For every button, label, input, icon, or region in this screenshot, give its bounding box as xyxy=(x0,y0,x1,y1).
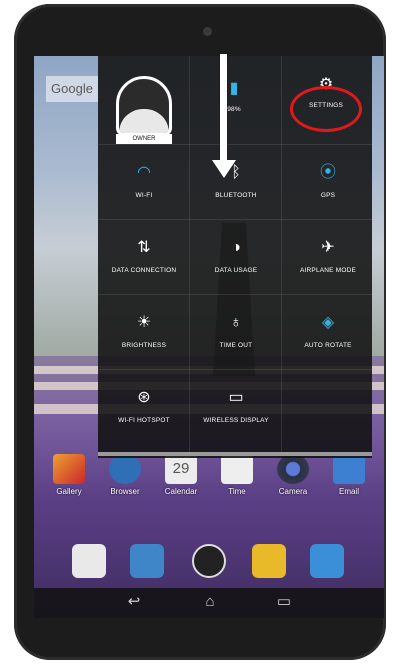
data-usage-icon: ◑ xyxy=(231,239,241,256)
contacts-icon[interactable] xyxy=(130,544,164,578)
app-label: Camera xyxy=(278,487,308,496)
timeout-bulb-icon: ♁ xyxy=(230,314,242,331)
battery-icon: ▮ xyxy=(229,80,239,97)
email-icon xyxy=(333,454,365,484)
quick-settings-handle[interactable] xyxy=(98,452,372,456)
tile-label: WI-FI xyxy=(135,192,153,199)
tile-label: BLUETOOTH xyxy=(215,192,257,199)
arrow-head xyxy=(212,160,236,178)
bluetooth-icon: ᛒ xyxy=(231,164,241,181)
tile-brightness[interactable]: ☀ BRIGHTNESS xyxy=(100,294,188,366)
app-label: Calendar xyxy=(164,487,198,496)
tile-label: BRIGHTNESS xyxy=(121,342,167,349)
recents-icon[interactable]: ▭ xyxy=(272,594,296,610)
app-browser[interactable]: Browser xyxy=(104,454,146,496)
app-email[interactable]: Email xyxy=(328,454,370,496)
app-time[interactable]: Time xyxy=(216,454,258,496)
globe-icon xyxy=(109,454,141,484)
clock-icon xyxy=(221,454,253,484)
tile-label: TIME OUT xyxy=(219,342,253,349)
owner-avatar-icon[interactable] xyxy=(116,76,172,136)
app-label: Time xyxy=(228,487,246,496)
apps-drawer-icon[interactable] xyxy=(192,544,226,578)
tile-label: DATA USAGE xyxy=(214,267,258,274)
tile-gps[interactable]: ⦿ GPS xyxy=(284,144,372,216)
app-label: Email xyxy=(338,487,359,496)
gallery-icon xyxy=(53,454,85,484)
location-pin-icon: ⦿ xyxy=(319,164,336,181)
tile-battery[interactable]: ▮ 98% xyxy=(190,68,278,140)
swipe-down-arrow xyxy=(220,54,227,164)
tile-wifi-hotspot[interactable]: ⊛ WI-FI HOTSPOT xyxy=(100,369,188,441)
brightness-icon: ☀ xyxy=(136,314,152,331)
tile-label: AUTO ROTATE xyxy=(304,342,352,349)
tile-data-usage[interactable]: ◑ DATA USAGE xyxy=(192,219,280,291)
avatar-head xyxy=(133,83,155,105)
google-search-bar[interactable]: Google xyxy=(46,76,98,102)
front-camera xyxy=(203,27,212,36)
screen: Google Gallery Browser 29 Calendar Time … xyxy=(34,56,384,618)
owner-label: OWNER xyxy=(116,134,172,144)
hotspot-icon: ⊛ xyxy=(137,389,151,406)
tile-label: AIRPLANE MODE xyxy=(299,267,357,274)
tile-bluetooth[interactable]: ᛒ BLUETOOTH xyxy=(192,144,280,216)
rotate-icon: ◈ xyxy=(321,314,335,331)
app-label: Browser xyxy=(110,487,140,496)
home-icon[interactable]: ⌂ xyxy=(198,594,222,610)
tile-label: 98% xyxy=(227,106,241,113)
app-label: Gallery xyxy=(56,487,82,496)
tile-wifi[interactable]: ◠ WI-FI xyxy=(100,144,188,216)
tile-label: WI-FI HOTSPOT xyxy=(118,417,170,424)
messaging-icon[interactable] xyxy=(252,544,286,578)
calendar-icon: 29 xyxy=(165,454,197,484)
settings-gear-icon[interactable] xyxy=(310,544,344,578)
tile-data-connection[interactable]: ⇅ DATA CONNECTION xyxy=(100,219,188,291)
tile-label: WIRELESS DISPLAY xyxy=(203,417,269,424)
back-icon[interactable]: ↩ xyxy=(122,594,146,610)
settings-highlight-circle xyxy=(290,86,362,132)
play-store-icon[interactable] xyxy=(72,544,106,578)
app-camera[interactable]: Camera xyxy=(272,454,314,496)
data-arrows-icon: ⇅ xyxy=(137,239,151,256)
tile-time-out[interactable]: ♁ TIME OUT xyxy=(192,294,280,366)
display-icon: ▭ xyxy=(228,389,244,406)
app-gallery[interactable]: Gallery xyxy=(48,454,90,496)
tile-label: GPS xyxy=(320,192,336,199)
app-calendar[interactable]: 29 Calendar xyxy=(160,454,202,496)
tile-label: DATA CONNECTION xyxy=(111,267,177,274)
tile-airplane-mode[interactable]: ✈ AIRPLANE MODE xyxy=(284,219,372,291)
airplane-icon: ✈ xyxy=(321,239,335,256)
tile-wireless-display[interactable]: ▭ WIRELESS DISPLAY xyxy=(192,369,280,441)
tile-auto-rotate[interactable]: ◈ AUTO ROTATE xyxy=(284,294,372,366)
wifi-icon: ◠ xyxy=(137,164,151,181)
avatar-body xyxy=(119,109,169,133)
camera-icon xyxy=(277,454,309,484)
